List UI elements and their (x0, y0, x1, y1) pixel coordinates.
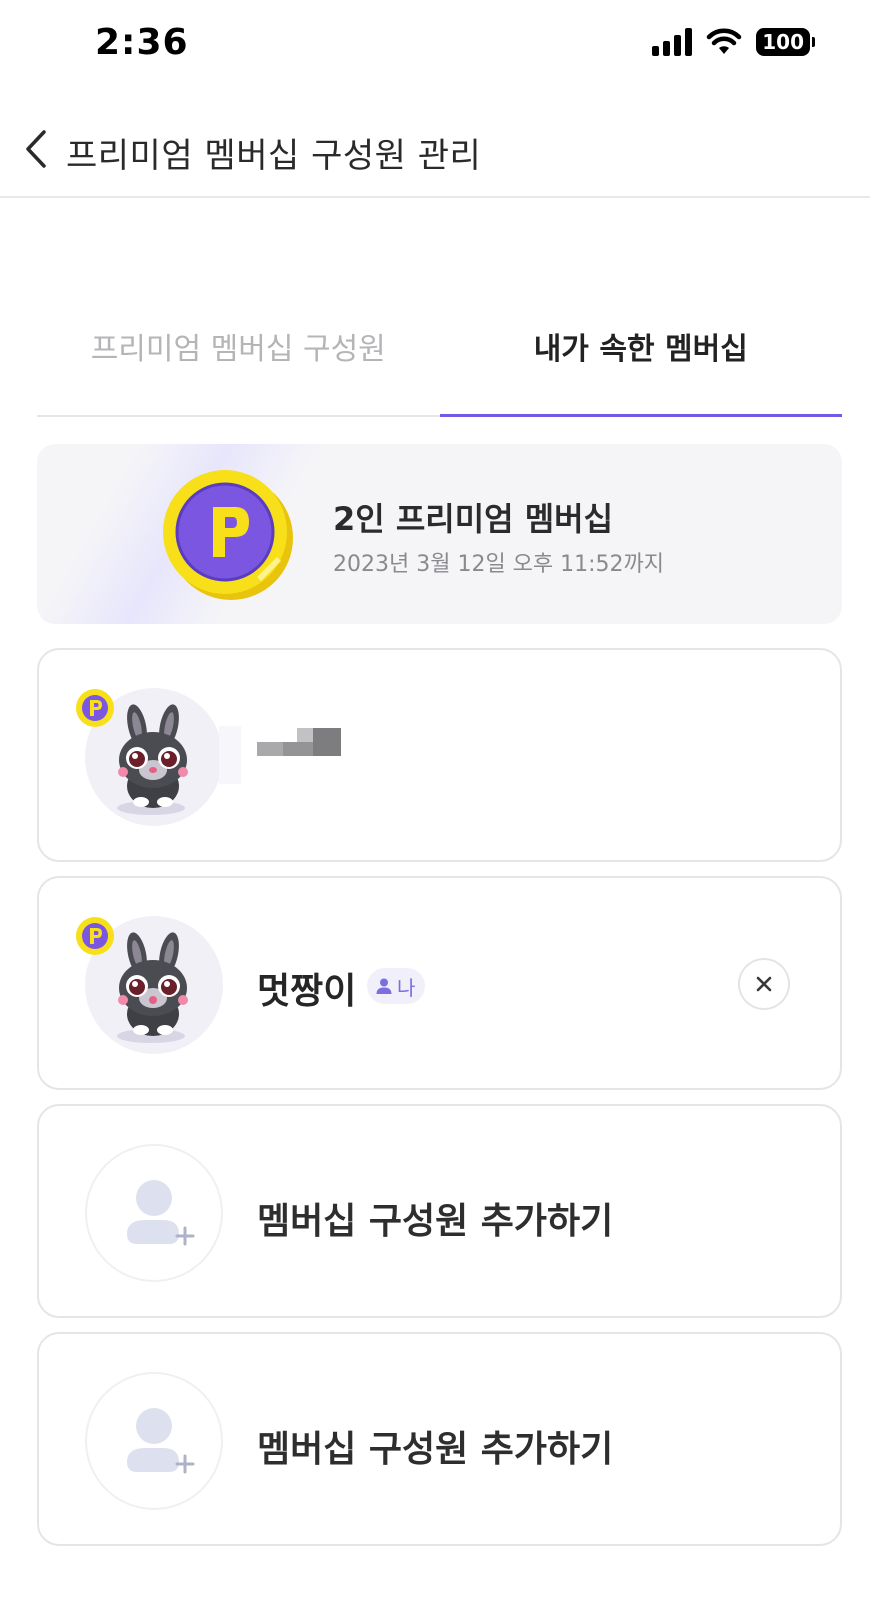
premium-badge-icon (76, 917, 114, 955)
premium-badge-icon (76, 689, 114, 727)
tab-my-memberships[interactable]: 내가 속한 멤버십 (439, 300, 843, 417)
status-bar: 2:36 100 (0, 0, 870, 90)
battery-indicator: 100 (756, 28, 815, 56)
premium-coin-icon (163, 470, 293, 600)
status-icons: 100 (652, 28, 815, 56)
membership-banner: 2인 프리미엄 멤버십 2023년 3월 12일 오후 11:52까지 (37, 444, 842, 624)
membership-expiry: 2023년 3월 12일 오후 11:52까지 (333, 552, 665, 577)
empty-avatar (85, 1372, 223, 1510)
wifi-icon (707, 28, 742, 54)
chevron-left-icon (26, 130, 46, 168)
empty-avatar (85, 1144, 223, 1282)
blurred-member-name (257, 728, 341, 756)
tab-bar: 프리미엄 멤버십 구성원 내가 속한 멤버십 (37, 300, 842, 417)
me-label: 나 (397, 975, 416, 1000)
add-person-icon (127, 1180, 195, 1246)
add-member-label: 멤버십 구성원 추가하기 (257, 1429, 614, 1470)
member-card: 멋짱이 나 (37, 876, 842, 1090)
add-member-label: 멤버십 구성원 추가하기 (257, 1201, 614, 1242)
page-title: 프리미엄 멤버십 구성원 관리 (66, 136, 482, 176)
add-member-card[interactable]: 멤버십 구성원 추가하기 (37, 1332, 842, 1546)
back-button[interactable] (20, 124, 54, 174)
tab-premium-members[interactable]: 프리미엄 멤버십 구성원 (37, 300, 440, 415)
add-member-card[interactable]: 멤버십 구성원 추가하기 (37, 1104, 842, 1318)
member-card (37, 648, 842, 862)
membership-title: 2인 프리미엄 멤버십 (333, 500, 614, 538)
me-badge: 나 (367, 968, 426, 1004)
remove-member-button[interactable] (738, 958, 790, 1010)
app-header: 프리미엄 멤버십 구성원 관리 (0, 100, 870, 198)
add-person-icon (127, 1408, 195, 1474)
member-name: 멋짱이 (257, 971, 357, 1012)
close-icon (756, 976, 772, 992)
avatar-edge-decoration (219, 726, 241, 784)
cellular-signal-icon (652, 28, 693, 56)
status-time: 2:36 (95, 22, 189, 63)
person-icon (376, 978, 392, 994)
